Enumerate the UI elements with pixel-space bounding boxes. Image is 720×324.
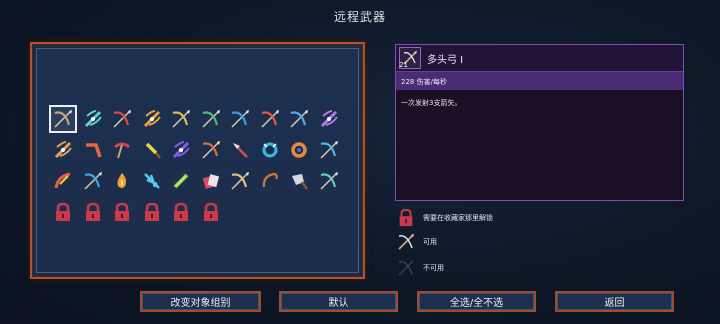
bow-icon xyxy=(260,110,279,128)
locked-weapon-slot[interactable] xyxy=(199,200,223,224)
ice-crystal-icon xyxy=(143,173,160,189)
lock-icon xyxy=(56,202,70,221)
detail-weapon-level: 21 xyxy=(399,61,408,69)
chakram-icon xyxy=(262,142,277,158)
dagger-icon xyxy=(145,142,161,159)
legend-locked-text: 需要在收藏家那里解锁 xyxy=(423,214,493,222)
weapon-slot[interactable] xyxy=(49,105,77,133)
boomerang-icon xyxy=(85,143,102,158)
legend-available-text: 可用 xyxy=(423,238,437,246)
weapon-slot[interactable] xyxy=(258,138,282,162)
staff-icon xyxy=(173,173,189,189)
fire-icon xyxy=(117,173,126,188)
whip-icon xyxy=(262,172,278,188)
bow-icon xyxy=(396,231,416,253)
weapon-slot[interactable] xyxy=(287,138,311,162)
detail-damage-stat: 228 伤害/每秒 xyxy=(396,72,683,90)
weapon-slot[interactable] xyxy=(110,138,134,162)
weapon-slot[interactable] xyxy=(317,138,341,162)
weapon-slot[interactable] xyxy=(199,169,223,193)
weapon-slot[interactable] xyxy=(51,138,75,162)
bow-icon xyxy=(231,110,249,128)
weapon-panel xyxy=(30,42,365,279)
bow-icon xyxy=(113,110,131,128)
weapon-slot[interactable] xyxy=(258,107,282,131)
weapon-slot[interactable] xyxy=(228,169,252,193)
weapon-detail-panel: 21 多头弓 I 228 伤害/每秒 一次发射3支箭矢。 xyxy=(395,44,684,201)
bow-icon xyxy=(231,172,249,190)
crossbow-icon xyxy=(320,110,338,128)
bow-icon xyxy=(172,110,190,128)
lock-icon xyxy=(115,202,129,221)
bow-icon xyxy=(319,172,338,190)
crossbow-icon xyxy=(143,110,161,128)
weapon-slot[interactable] xyxy=(258,169,282,193)
weapon-slot[interactable] xyxy=(317,169,341,193)
ring-icon xyxy=(291,142,307,158)
locked-weapon-slot[interactable] xyxy=(169,200,193,224)
weapon-slot[interactable] xyxy=(287,169,311,193)
bow-icon xyxy=(83,172,102,190)
back-button[interactable]: 返回 xyxy=(555,291,674,312)
crossbow-icon xyxy=(172,141,190,159)
bow-icon xyxy=(201,141,220,159)
lock-icon xyxy=(174,202,188,221)
select-all-button[interactable]: 全选/全不选 xyxy=(417,291,536,312)
legend-unavailable-text: 不可用 xyxy=(423,264,444,272)
weapon-slot[interactable] xyxy=(169,169,193,193)
legend-available: 可用 xyxy=(396,231,437,253)
weapon-slot[interactable] xyxy=(228,107,252,131)
locked-weapon-slot[interactable] xyxy=(81,200,105,224)
weapon-slot[interactable] xyxy=(81,138,105,162)
weapon-slot[interactable] xyxy=(110,107,134,131)
bow-icon xyxy=(201,110,220,128)
crossbow-icon xyxy=(54,141,72,159)
weapon-slot[interactable] xyxy=(317,107,341,131)
cleaver-icon xyxy=(292,174,309,190)
bow-icon xyxy=(290,110,308,128)
spear-icon xyxy=(233,143,248,158)
bow-icon xyxy=(319,141,338,159)
weapon-slot[interactable] xyxy=(169,107,193,131)
lock-icon xyxy=(203,202,218,221)
weapon-slot[interactable] xyxy=(287,107,311,131)
locked-weapon-slot[interactable] xyxy=(110,200,134,224)
lock-icon xyxy=(85,202,100,221)
legend-locked: 需要在收藏家那里解锁 xyxy=(396,207,493,229)
bow-icon xyxy=(54,110,72,128)
flame-bow-icon xyxy=(54,172,71,189)
screen-title: 远程武器 xyxy=(333,10,386,24)
weapon-slot[interactable] xyxy=(140,169,164,193)
detail-header: 21 多头弓 I xyxy=(396,45,683,72)
locked-weapon-slot[interactable] xyxy=(140,200,164,224)
weapon-slot[interactable] xyxy=(140,138,164,162)
lock-icon xyxy=(396,207,416,229)
legend-unavailable: 不可用 xyxy=(396,257,444,279)
weapon-slot[interactable] xyxy=(51,169,75,193)
weapon-panel-inner xyxy=(36,48,359,273)
weapon-slot[interactable] xyxy=(81,107,105,131)
change-group-button[interactable]: 改变对象组别 xyxy=(140,291,261,312)
pickaxe-icon xyxy=(114,142,130,159)
default-button[interactable]: 默认 xyxy=(279,291,398,312)
weapon-slot[interactable] xyxy=(81,169,105,193)
weapon-slot[interactable] xyxy=(199,138,223,162)
weapon-grid xyxy=(49,105,341,224)
bow-icon xyxy=(396,257,416,279)
cards-icon xyxy=(202,174,219,189)
weapon-slot[interactable] xyxy=(169,138,193,162)
weapon-slot[interactable] xyxy=(199,107,223,131)
weapon-slot[interactable] xyxy=(140,107,164,131)
lock-icon xyxy=(144,202,159,221)
detail-weapon-name: 多头弓 I xyxy=(427,55,464,66)
detail-description: 一次发射3支箭矢。 xyxy=(401,99,462,107)
locked-weapon-slot[interactable] xyxy=(51,200,75,224)
weapon-slot[interactable] xyxy=(110,169,134,193)
crossbow-icon xyxy=(84,110,102,128)
weapon-slot[interactable] xyxy=(228,138,252,162)
